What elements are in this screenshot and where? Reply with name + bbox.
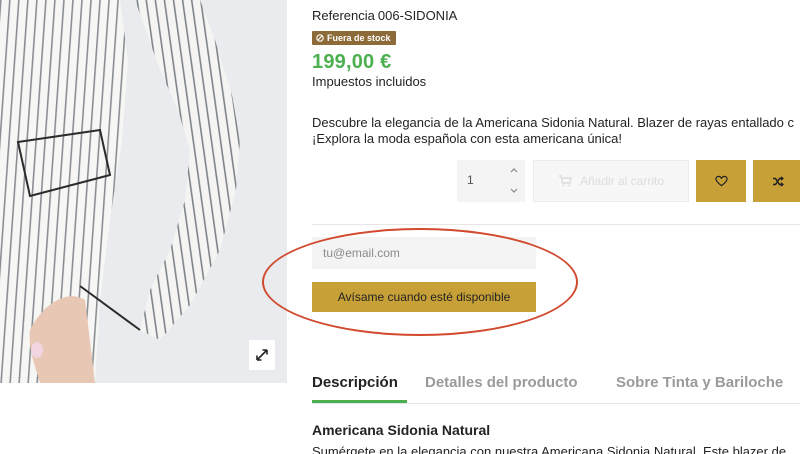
description-text: Sumérgete en la elegancia con nuestra Am…: [312, 444, 787, 454]
chevron-down-icon: [510, 188, 518, 193]
section-divider: [312, 224, 800, 225]
quantity-decrease-button[interactable]: [507, 184, 521, 198]
product-photo: [0, 0, 287, 383]
compare-button[interactable]: [753, 160, 800, 202]
tab-product-details[interactable]: Detalles del producto: [425, 374, 578, 391]
expand-image-button[interactable]: [249, 340, 275, 370]
tabs-divider: [312, 403, 800, 404]
quantity-increase-button[interactable]: [507, 163, 521, 177]
description-line-1: Descubre la elegancia de la Americana Si…: [312, 115, 795, 130]
heart-icon: [714, 175, 728, 187]
product-image[interactable]: [0, 0, 287, 383]
add-to-cart-label: Añadir al carrito: [579, 174, 665, 188]
add-to-cart-button[interactable]: Añadir al carrito: [533, 160, 689, 202]
notify-when-available-button[interactable]: Avísame cuando esté disponible: [312, 282, 536, 312]
reference-label: Referencia: [312, 8, 375, 23]
product-short-description: Descubre la elegancia de la Americana Si…: [312, 115, 800, 147]
ban-icon: [316, 34, 324, 42]
product-price: 199,00 €: [312, 51, 392, 73]
shuffle-icon: [773, 175, 784, 187]
tab-description[interactable]: Descripción: [312, 374, 398, 391]
reference-value: 006-SIDONIA: [377, 8, 458, 23]
description-line-2: ¡Explora la moda española con esta ameri…: [312, 131, 623, 146]
cart-icon: [558, 175, 572, 187]
stock-badge-label: Fuera de stock: [327, 33, 391, 43]
active-tab-indicator: [312, 400, 407, 403]
description-title: Americana Sidonia Natural: [312, 422, 491, 438]
tab-about-brand[interactable]: Sobre Tinta y Bariloche: [616, 374, 783, 391]
quantity-stepper[interactable]: [457, 160, 525, 202]
chevron-up-icon: [510, 168, 518, 173]
quantity-input[interactable]: [467, 173, 497, 187]
stock-badge: Fuera de stock: [312, 31, 396, 45]
tax-note: Impuestos incluidos: [312, 74, 427, 89]
product-reference: Referencia 006-SIDONIA: [312, 8, 457, 23]
wishlist-button[interactable]: [696, 160, 746, 202]
email-field[interactable]: [312, 237, 536, 269]
expand-icon: [256, 349, 268, 361]
